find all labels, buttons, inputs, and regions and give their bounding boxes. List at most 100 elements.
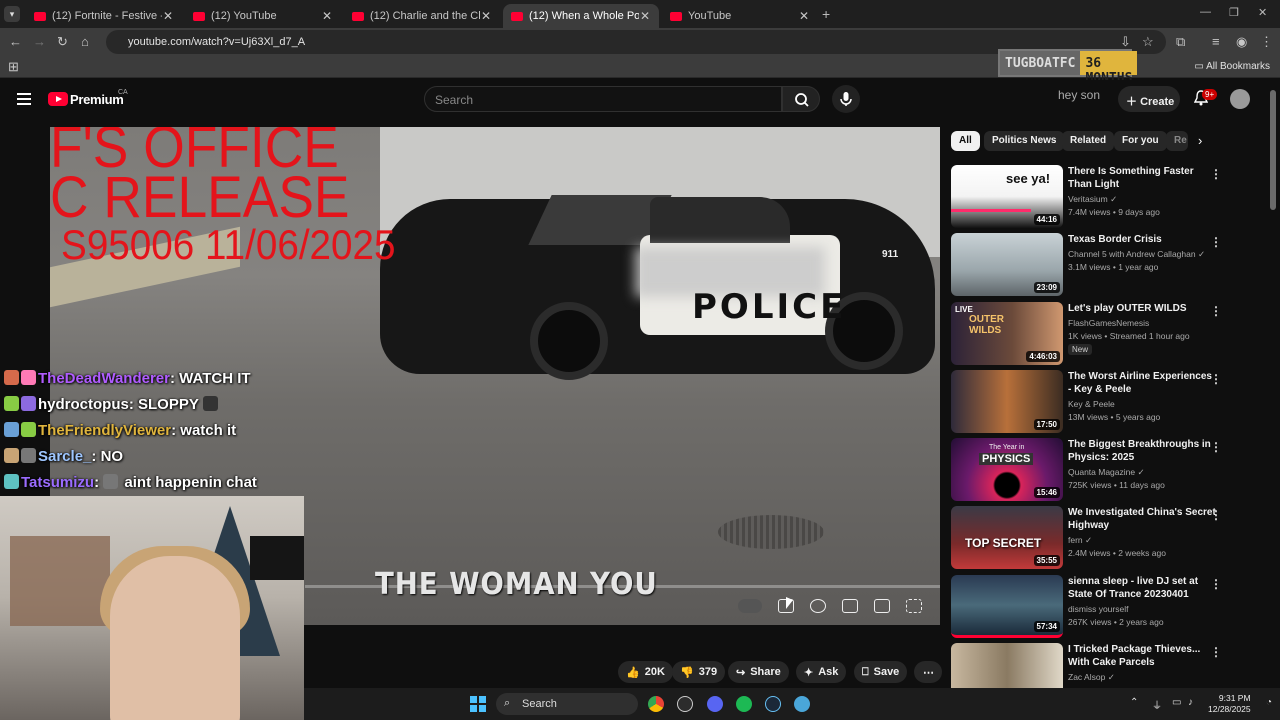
steam-icon[interactable] [765,696,781,712]
spotify-icon[interactable] [736,696,752,712]
maximize-icon[interactable]: ❐ [1229,6,1239,19]
close-tab-icon[interactable]: ✕ [162,9,174,23]
apps-grid-icon[interactable]: ⊞ [8,59,19,75]
reading-list-icon[interactable]: ≡ [1212,34,1220,49]
chrome-icon[interactable] [648,696,664,712]
home-icon[interactable]: ⌂ [81,34,89,49]
reload-icon[interactable]: ↻ [57,34,68,50]
video-thumbnail[interactable]: 17:50 [951,370,1063,433]
cast-icon[interactable] [874,599,890,613]
tab-youtube-1[interactable]: (12) YouTube ✕ [185,4,341,28]
chip-related[interactable]: Related [1062,131,1115,151]
video-title[interactable]: sienna sleep - live DJ set at State Of T… [1068,575,1218,601]
network-icon[interactable]: ▭ [1172,697,1181,708]
video-thumbnail[interactable]: 57:34 [951,575,1063,638]
close-tab-icon[interactable]: ✕ [321,9,333,23]
video-title[interactable]: The Worst Airline Experiences - Key & Pe… [1068,370,1218,396]
save-button[interactable]: ⎕ Save [854,661,908,683]
video-title[interactable]: Let's play OUTER WILDS [1068,302,1218,315]
hamburger-menu-icon[interactable] [17,93,31,105]
create-button[interactable]: ＋ Create [1118,86,1180,112]
minimize-icon[interactable]: — [1200,6,1211,18]
video-thumbnail[interactable]: LIVE OUTER WILDS 4:46:03 [951,302,1063,365]
install-app-icon[interactable]: ⇩ [1120,34,1131,50]
profile-avatar-icon[interactable]: ◉ [1236,34,1247,50]
more-options-icon[interactable]: ⋮ [1210,304,1222,318]
video-title[interactable]: There Is Something Faster Than Light [1068,165,1218,191]
bookmark-star-icon[interactable]: ☆ [1142,34,1154,50]
scrollbar-thumb[interactable] [1270,90,1276,210]
recommendation-item[interactable]: The Year in PHYSICS 15:46 The Biggest Br… [951,438,1261,502]
tab-search-button[interactable]: ▾ [4,6,20,22]
settings-gear-icon[interactable] [810,599,826,613]
recommendation-item[interactable]: 57:34 sienna sleep - live DJ set at Stat… [951,575,1261,639]
extensions-icon[interactable]: ⧉ [1176,34,1185,50]
more-options-icon[interactable]: ⋮ [1210,167,1222,181]
browser-menu-icon[interactable]: ⋮ [1260,34,1273,50]
channel-name[interactable]: FlashGamesNemesis [1068,318,1149,328]
all-bookmarks-button[interactable]: ▭ All Bookmarks [1194,61,1270,72]
fullscreen-icon[interactable] [906,599,922,613]
video-title[interactable]: Texas Border Crisis [1068,233,1218,246]
channel-name[interactable]: Key & Peele [1068,399,1115,409]
video-title[interactable]: We Investigated China's Secret Highway [1068,506,1218,532]
close-window-icon[interactable]: ✕ [1258,6,1267,19]
video-thumbnail[interactable]: 23:09 [951,233,1063,296]
tab-charlie[interactable]: (12) Charlie and the Chocolate ✕ [344,4,500,28]
windows-start-icon[interactable] [470,696,486,712]
voice-search-button[interactable] [832,85,860,113]
notification-center-icon[interactable]: ◔ [1266,697,1272,708]
system-clock[interactable]: 9:31 PM 12/28/2025 [1208,693,1251,715]
close-tab-icon[interactable]: ✕ [480,9,492,23]
chip-politics-news[interactable]: Politics News [984,131,1065,151]
miniplayer-icon[interactable] [842,599,858,613]
ask-button[interactable]: ✦ Ask [796,661,847,683]
microphone-icon[interactable]: ⏚ [1152,697,1162,712]
search-button[interactable] [782,86,820,112]
channel-name[interactable]: Quanta Magazine ✓ [1068,467,1145,478]
xbox-icon[interactable] [677,696,693,712]
back-icon[interactable]: ← [9,34,22,49]
more-options-icon[interactable]: ⋮ [1210,440,1222,454]
tab-fortnite[interactable]: (12) Fortnite - Festive - Lobby M ✕ [26,4,182,28]
search-input[interactable]: Search [424,86,782,112]
close-tab-icon[interactable]: ✕ [798,9,810,23]
chip-truncated[interactable]: Re [1166,131,1188,151]
autoplay-toggle[interactable] [738,599,762,613]
youtube-logo-icon[interactable] [48,92,68,106]
tray-chevron-icon[interactable]: ⌃ [1130,697,1138,708]
chevron-right-icon[interactable]: › [1198,133,1202,148]
new-tab-button[interactable]: + [822,6,830,22]
video-title[interactable]: The Biggest Breakthroughs in Physics: 20… [1068,438,1218,464]
recommendation-item[interactable]: see ya! 44:16 There Is Something Faster … [951,165,1261,229]
page-scrollbar[interactable] [1270,90,1276,680]
tab-police-station-active[interactable]: (12) When a Whole Police Statio ✕ [503,4,659,28]
chip-for-you[interactable]: For you [1114,131,1167,151]
more-options-icon[interactable]: ⋮ [1210,372,1222,386]
channel-name[interactable]: Zac Alsop ✓ [1068,672,1115,683]
recommendation-item[interactable]: 17:50 The Worst Airline Experiences - Ke… [951,370,1261,434]
tab-youtube-2[interactable]: YouTube ✕ [662,4,818,28]
channel-name[interactable]: Veritasium ✓ [1068,194,1117,205]
recommendation-item[interactable]: LIVE OUTER WILDS 4:46:03 Let's play OUTE… [951,302,1261,366]
account-avatar[interactable] [1230,89,1250,109]
forward-icon[interactable]: → [33,34,46,49]
more-options-icon[interactable]: ⋮ [1210,235,1222,249]
video-thumbnail[interactable]: The Year in PHYSICS 15:46 [951,438,1063,501]
share-button[interactable]: ↪ Share [728,661,789,683]
chip-all[interactable]: All [951,131,980,151]
dislike-button[interactable]: 👎 379 [672,661,726,683]
recommendation-item[interactable]: TOP SECRET 35:55 We Investigated China's… [951,506,1261,570]
youtube-premium-label[interactable]: Premium [70,92,124,107]
app-icon[interactable] [794,696,810,712]
more-options-icon[interactable]: ⋮ [1210,645,1222,659]
taskbar-search[interactable]: ⌕ Search [496,693,638,715]
video-thumbnail[interactable]: TOP SECRET 35:55 [951,506,1063,569]
more-options-icon[interactable]: ⋮ [1210,508,1222,522]
more-actions-button[interactable]: ⋯ [914,661,942,683]
channel-name[interactable]: Channel 5 with Andrew Callaghan ✓ [1068,249,1205,260]
channel-name[interactable]: dismiss yourself [1068,604,1128,614]
close-tab-icon[interactable]: ✕ [639,9,651,23]
video-thumbnail[interactable]: see ya! 44:16 [951,165,1063,228]
channel-name[interactable]: fern ✓ [1068,535,1092,546]
